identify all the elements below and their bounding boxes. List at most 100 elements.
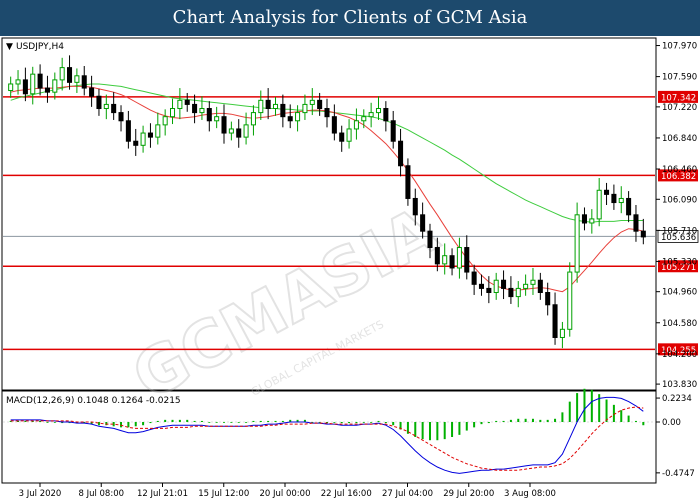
price-tick-label: 106.460 — [662, 165, 697, 175]
price-tick-label: 106.840 — [662, 134, 697, 144]
macd-histogram-bar — [605, 399, 608, 422]
macd-histogram-bar — [443, 422, 446, 440]
macd-histogram-bar — [370, 422, 373, 423]
candle-body — [287, 116, 293, 122]
macd-histogram-bar — [46, 422, 49, 423]
macd-histogram-bar — [259, 420, 262, 422]
macd-histogram-bar — [127, 422, 130, 428]
macd-histogram-bar — [178, 419, 181, 422]
candle-body — [339, 132, 345, 142]
macd-histogram-bar — [215, 422, 218, 423]
macd-histogram-bar — [134, 422, 137, 427]
macd-histogram-bar — [362, 422, 365, 423]
macd-histogram-bar — [377, 420, 380, 422]
candle-body — [530, 279, 536, 285]
candle-body — [596, 189, 602, 220]
macd-histogram-bar — [428, 422, 431, 441]
candle-body — [471, 271, 477, 285]
candle-body — [383, 108, 389, 122]
time-tick-label: 12 Jul 21:01 — [137, 489, 188, 499]
macd-histogram-bar — [171, 419, 174, 422]
macd-histogram-bar — [53, 422, 56, 423]
macd-histogram-bar — [200, 420, 203, 422]
candle-body — [456, 247, 462, 269]
macd-histogram-bar — [465, 422, 468, 431]
price-tick-label: 104.580 — [662, 319, 697, 329]
macd-histogram-bar — [612, 404, 615, 422]
macd-histogram-bar — [436, 422, 439, 441]
candle-body — [111, 103, 117, 114]
macd-histogram-bar — [480, 422, 483, 425]
candle-body — [192, 103, 198, 114]
price-tick-label: 104.200 — [662, 350, 697, 360]
macd-histogram-bar — [524, 418, 527, 422]
candle-body — [368, 112, 374, 118]
candle-body — [30, 73, 36, 95]
candle-body — [317, 99, 323, 110]
macd-histogram-bar — [517, 418, 520, 422]
candle-body — [103, 103, 109, 110]
candle-body — [228, 128, 234, 134]
candle-body — [37, 73, 43, 89]
candle-body — [486, 287, 492, 294]
macd-histogram-bar — [583, 388, 586, 422]
candle-body — [640, 230, 646, 238]
candle-body — [52, 79, 58, 93]
candle-body — [574, 214, 580, 273]
macd-histogram-bar — [149, 422, 152, 424]
candle-body — [147, 132, 153, 138]
candle-body — [250, 112, 256, 126]
candle-body — [361, 116, 367, 122]
time-tick-label: 3 Jul 2020 — [19, 489, 62, 499]
candle-body — [420, 214, 426, 232]
macd-histogram-bar — [281, 420, 284, 422]
candle-body — [427, 230, 433, 249]
macd-histogram-bar — [156, 420, 159, 422]
candle-body — [258, 99, 264, 114]
trading-chart: GCMASIA GLOBAL CAPITAL MARKETS 107.34210… — [1, 37, 699, 499]
macd-histogram-bar — [495, 420, 498, 422]
time-tick-label: 8 Jul 08:00 — [78, 489, 124, 499]
candle-body — [449, 255, 455, 269]
macd-histogram-bar — [230, 422, 233, 423]
candle-body — [302, 103, 308, 114]
macd-histogram-bar — [590, 389, 593, 422]
macd-tick-label: 0.2234 — [662, 394, 692, 404]
macd-histogram-bar — [164, 419, 167, 422]
candle-body — [162, 116, 168, 126]
candle-body — [398, 140, 404, 167]
candle-body — [140, 132, 146, 146]
candle-body — [96, 95, 102, 110]
candle-body — [405, 165, 411, 199]
candle-body — [390, 120, 396, 142]
candle-body — [44, 87, 50, 93]
candle-body — [412, 197, 418, 216]
candle-body — [74, 75, 80, 83]
price-tick-label: 107.590 — [662, 73, 697, 83]
candle-body — [199, 108, 205, 114]
candle-body — [515, 287, 521, 298]
macd-histogram-bar — [458, 422, 461, 435]
candle-body — [618, 197, 624, 204]
candle-body — [81, 75, 87, 89]
macd-histogram-bar — [620, 410, 623, 422]
macd-histogram-bar — [634, 420, 637, 422]
time-tick-label: 3 Aug 08:00 — [504, 489, 556, 499]
candle-body — [493, 279, 499, 294]
macd-histogram-bar — [473, 422, 476, 428]
macd-title: MACD(12,26,9) 0.1048 0.1264 -0.0215 — [6, 396, 181, 406]
macd-histogram-bar — [414, 422, 417, 437]
time-tick-label: 22 Jul 16:00 — [321, 489, 372, 499]
macd-histogram-bar — [392, 422, 395, 426]
candle-body — [581, 214, 587, 224]
macd-histogram-bar — [333, 422, 336, 423]
candle-body — [501, 279, 507, 289]
macd-tick-label: 0.00 — [662, 418, 681, 428]
macd-histogram-bar — [546, 419, 549, 422]
time-tick-label: 27 Jul 04:00 — [382, 489, 433, 499]
candle-body — [125, 120, 131, 142]
chart-banner-title: Chart Analysis for Clients of GCM Asia — [0, 0, 700, 36]
candle-body — [272, 103, 279, 110]
candle-body — [353, 120, 359, 130]
macd-histogram-bar — [568, 401, 571, 422]
